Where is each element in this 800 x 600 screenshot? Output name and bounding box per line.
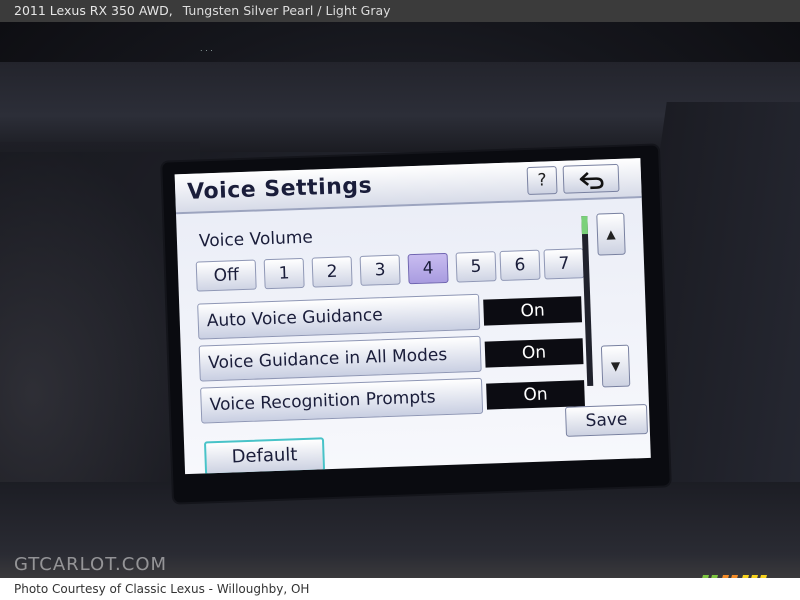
voice-volume-label: Voice Volume [198,227,314,252]
help-button[interactable]: ? [526,165,558,196]
volume-5-button[interactable]: 5 [455,251,497,283]
photo: . . . . . . Voice Settings ? Voice Volum… [0,22,800,578]
volume-2-button[interactable]: 2 [311,256,353,288]
volume-4-button[interactable]: 4 [407,252,449,285]
voice-recognition-prompts-button[interactable]: Voice Recognition Prompts [200,377,484,424]
nav-screen: Voice Settings ? Voice Volume Off 1 2 3 … [174,158,651,475]
scroll-up-icon: ▲ [606,226,616,242]
vehicle-color: Tungsten Silver Pearl / Light Gray [182,3,391,18]
voice-recognition-prompts-value: On [486,380,585,410]
save-button[interactable]: Save [564,403,648,437]
display-bezel: Voice Settings ? Voice Volume Off 1 2 3 … [162,145,670,503]
scroll-up-button[interactable]: ▲ [596,212,626,256]
back-button[interactable] [562,163,620,194]
scroll-down-button[interactable]: ▼ [600,344,631,388]
vehicle-title: 2011 Lexus RX 350 AWD, [14,3,173,18]
volume-1-button[interactable]: 1 [263,257,305,290]
volume-off-button[interactable]: Off [195,259,257,292]
volume-7-button[interactable]: 7 [543,248,585,280]
title-bar: Voice Settings ? [174,158,642,215]
page-title: Voice Settings [186,173,373,205]
volume-6-button[interactable]: 6 [499,249,541,282]
photo-credit: Photo Courtesy of Classic Lexus - Willou… [0,578,800,600]
voice-guidance-all-modes-value: On [484,338,584,368]
auto-voice-guidance-value: On [483,296,583,326]
photo-header: 2011 Lexus RX 350 AWD, Tungsten Silver P… [0,0,800,22]
watermark: GTCARLOT.COM [14,554,168,575]
return-arrow-icon [579,171,604,190]
scroll-down-icon: ▼ [610,358,621,374]
auto-voice-guidance-button[interactable]: Auto Voice Guidance [197,293,481,340]
volume-3-button[interactable]: 3 [359,254,401,286]
default-button[interactable]: Default [203,437,326,475]
voice-guidance-all-modes-button[interactable]: Voice Guidance in All Modes [198,335,482,382]
decor-dots: . . . [200,44,213,53]
scrollbar-thumb[interactable] [581,215,588,235]
